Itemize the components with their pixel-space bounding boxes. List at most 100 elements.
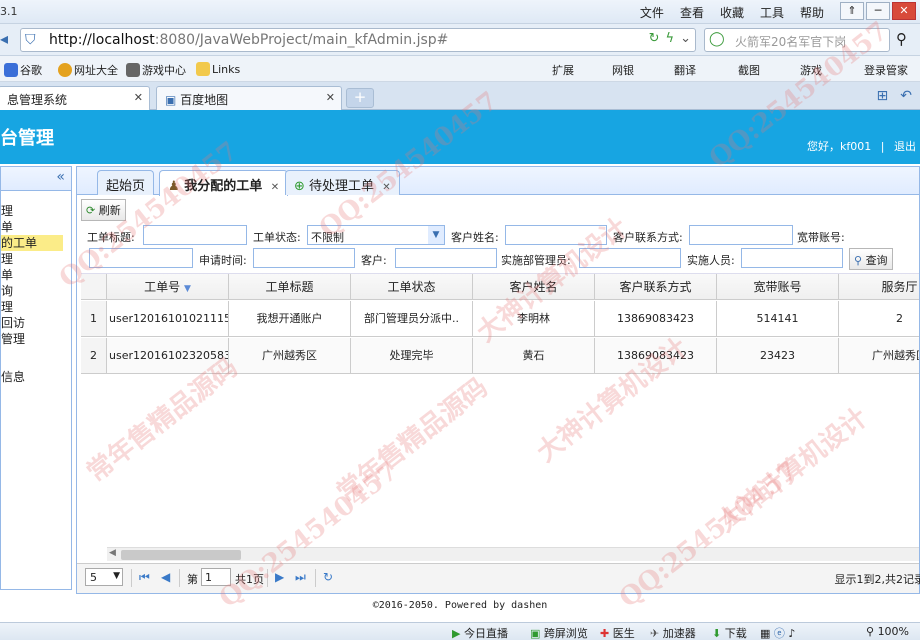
close-window-icon[interactable]: ✕ <box>892 2 916 20</box>
column-header-order-no[interactable]: 工单号 ▼ <box>107 274 229 299</box>
sidebar-item[interactable]: 信息 <box>1 369 71 385</box>
sidebar-item[interactable]: 回访 <box>1 315 71 331</box>
sidebar-item[interactable]: 理 <box>1 299 71 315</box>
cell-contact: 13869083423 <box>595 301 717 336</box>
close-tab-icon[interactable]: ✕ <box>271 182 279 193</box>
page-label: 第 <box>187 573 198 586</box>
back-icon[interactable]: ◂ <box>0 29 8 48</box>
table-row[interactable]: 1 user120161010211152 我想开通账户 部门管理员分派中.. … <box>81 301 919 337</box>
scroll-thumb[interactable] <box>121 550 241 560</box>
cell-status: 处理完毕 <box>351 338 473 373</box>
column-header-contact[interactable]: 客户联系方式 <box>595 274 717 299</box>
reload-icon[interactable]: ↻ <box>649 31 660 46</box>
toolbar-screenshot[interactable]: 截图 <box>738 62 760 78</box>
close-tab-icon[interactable]: ✕ <box>326 91 335 104</box>
status-cross-screen[interactable]: ▣ 跨屏浏览 <box>530 625 588 640</box>
sidebar-item-selected[interactable]: 的工单 <box>1 235 63 251</box>
label-order-status: 工单状态: <box>253 231 301 244</box>
first-page-icon[interactable]: ⏮ <box>139 570 150 585</box>
tab-start-page[interactable]: 起始页 <box>97 170 155 195</box>
gamepad-icon <box>126 63 140 77</box>
tab-list-icon[interactable]: ⊞ <box>877 88 889 104</box>
app-title: 台管理 <box>0 128 54 149</box>
staff-input[interactable] <box>741 248 843 268</box>
apply-time-input[interactable] <box>253 248 355 268</box>
sidebar-item[interactable]: 理 <box>1 203 71 219</box>
favorite-item-links[interactable]: Links <box>196 62 240 76</box>
favorite-item-sites[interactable]: 网址大全 <box>58 62 118 78</box>
search-icon[interactable]: ⚲ <box>896 30 907 48</box>
address-bar[interactable]: ⛉ http://localhost:8080/JavaWebProject/m… <box>20 28 696 52</box>
zoom-value: 100% <box>877 625 910 638</box>
sound-icon[interactable]: ♪ <box>788 627 795 640</box>
minimize-icon[interactable]: ─ <box>866 2 890 20</box>
tab-pending-orders[interactable]: ⊕ 待处理工单 ✕ <box>285 170 400 195</box>
chevron-down-icon[interactable]: ⌄ <box>680 31 691 46</box>
lightning-icon[interactable]: ϟ <box>666 31 675 46</box>
sidebar-item[interactable]: 询 <box>1 283 71 299</box>
collapse-icon[interactable]: « <box>56 169 65 185</box>
column-header-hall[interactable]: 服务厅 <box>839 274 919 299</box>
column-header-status[interactable]: 工单状态 <box>351 274 473 299</box>
undo-icon[interactable]: ↶ <box>900 88 912 104</box>
page-size-select[interactable]: 5 ▼ <box>85 568 123 586</box>
url-text[interactable]: http://localhost:8080/JavaWebProject/mai… <box>49 32 448 48</box>
table-row[interactable]: 2 user120161023205830 广州越秀区 处理完毕 黄石 1386… <box>81 338 919 374</box>
dept-manager-input[interactable] <box>579 248 681 268</box>
column-header-customer-name[interactable]: 客户姓名 <box>473 274 595 299</box>
toolbar-games[interactable]: 游戏 <box>800 62 822 78</box>
favorite-item-google[interactable]: 谷歌 <box>4 62 42 78</box>
logout-link[interactable]: 退出 <box>894 140 916 153</box>
status-download[interactable]: ⬇ 下载 <box>712 625 747 640</box>
customer-input[interactable] <box>395 248 497 268</box>
customer-name-input[interactable] <box>505 225 607 245</box>
column-header-title[interactable]: 工单标题 <box>229 274 351 299</box>
last-page-icon[interactable]: ⏭ <box>295 570 306 585</box>
search-input[interactable]: 火箭军20名军官下岗 <box>735 33 846 50</box>
prev-page-icon[interactable]: ◀ <box>161 570 170 584</box>
status-accelerator[interactable]: ✈ 加速器 <box>650 625 696 640</box>
browser-tab-system[interactable]: 息管理系统 ✕ <box>0 86 150 110</box>
new-tab-button[interactable]: + <box>346 88 374 108</box>
scroll-left-icon[interactable]: ◀ <box>109 548 116 558</box>
refresh-icon: ⟳ <box>86 204 96 217</box>
sidebar-item[interactable]: 单 <box>1 267 71 283</box>
broadband-account-input[interactable] <box>89 248 193 268</box>
menu-view[interactable]: 查看 <box>680 4 704 21</box>
sidebar-item[interactable]: 管理 <box>1 331 71 347</box>
toolbar-bank[interactable]: 网银 <box>612 62 634 78</box>
column-header-account[interactable]: 宽带账号 <box>717 274 839 299</box>
tab-my-assigned-orders[interactable]: ♟ 我分配的工单 ✕ <box>159 170 289 196</box>
sidebar-item[interactable]: 单 <box>1 219 71 235</box>
refresh-button[interactable]: ⟳ 刷新 <box>81 199 126 221</box>
toolbar-login[interactable]: 登录管家 <box>864 62 908 78</box>
status-live[interactable]: ▶ 今日直播 <box>452 625 508 640</box>
page-number-input[interactable]: 1 <box>201 568 231 586</box>
query-button[interactable]: ⚲ 查询 <box>849 248 893 270</box>
menu-help[interactable]: 帮助 <box>800 4 824 21</box>
status-doctor[interactable]: ✚ 医生 <box>600 625 635 640</box>
search-box[interactable]: ◯ 火箭军20名军官下岗 <box>704 28 890 52</box>
order-status-select[interactable]: 不限制 ▼ <box>307 225 445 245</box>
customer-contact-input[interactable] <box>689 225 793 245</box>
toolbar-extensions[interactable]: 扩展 <box>552 62 574 78</box>
order-title-input[interactable] <box>143 225 247 245</box>
browser-status-bar: ▶ 今日直播 ▣ 跨屏浏览 ✚ 医生 ✈ 加速器 ⬇ 下载 ▦ ⓔ ♪ ⚲ 10… <box>0 622 920 640</box>
grid-toolbar: ⟳ 刷新 <box>81 199 126 221</box>
ie-icon[interactable]: ⓔ <box>774 627 785 640</box>
menu-tools[interactable]: 工具 <box>760 4 784 21</box>
pin-icon[interactable]: ⇑ <box>840 2 864 20</box>
browser-tab-baidu-map[interactable]: ▣ 百度地图 ✕ <box>156 86 342 110</box>
zoom-level[interactable]: ⚲ 100% <box>866 625 909 638</box>
close-tab-icon[interactable]: ✕ <box>134 91 143 104</box>
grid-icon[interactable]: ▦ <box>760 627 770 640</box>
next-page-icon[interactable]: ▶ <box>275 570 284 584</box>
menu-file[interactable]: 文件 <box>640 4 664 21</box>
toolbar-translate[interactable]: 翻译 <box>674 62 696 78</box>
favorite-item-games[interactable]: 游戏中心 <box>126 62 186 78</box>
menu-favorites[interactable]: 收藏 <box>720 4 744 21</box>
reload-icon[interactable]: ↻ <box>323 570 333 584</box>
horizontal-scrollbar[interactable]: ◀ <box>107 547 919 561</box>
sidebar-item[interactable]: 理 <box>1 251 71 267</box>
close-tab-icon[interactable]: ✕ <box>382 182 390 193</box>
